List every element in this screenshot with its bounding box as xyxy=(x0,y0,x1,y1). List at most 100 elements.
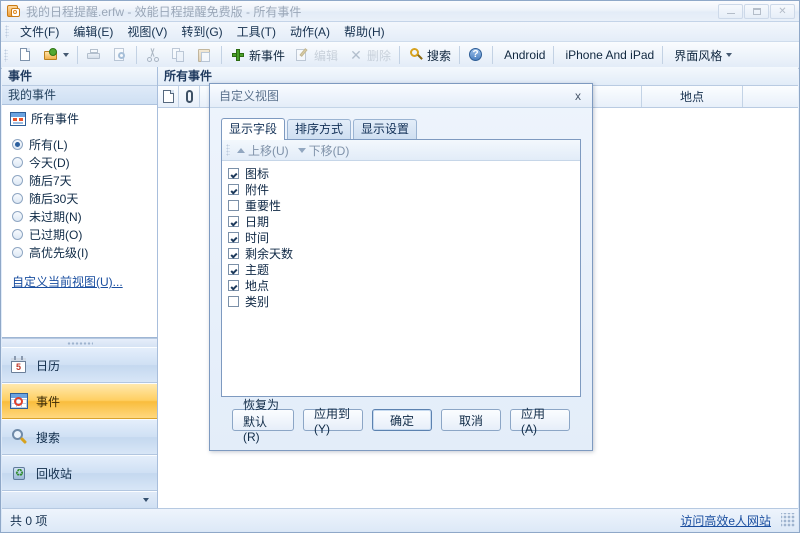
tab-display-fields[interactable]: 显示字段 xyxy=(221,118,286,140)
help-icon: ? xyxy=(468,47,484,63)
sidebar-all-events-item[interactable]: 所有事件 xyxy=(2,105,157,131)
field-item-importance[interactable]: 重要性 xyxy=(228,197,580,213)
column-header-trailing[interactable] xyxy=(743,86,798,107)
ok-button[interactable]: 确定 xyxy=(372,409,432,431)
minimize-button[interactable] xyxy=(718,3,743,19)
sidebar-filter-not-expired[interactable]: 未过期(N) xyxy=(12,207,157,225)
sidebar-panel: 所有事件 所有(L) 今天(D) 随后7天 随后30天 未过期(N) 已过期(O… xyxy=(2,105,157,338)
window-controls: ✕ xyxy=(718,3,797,19)
radio-icon[interactable] xyxy=(12,246,23,258)
radio-icon[interactable] xyxy=(12,210,23,222)
field-item-icon[interactable]: 图标 xyxy=(228,165,580,181)
menu-edit[interactable]: 编辑(E) xyxy=(66,21,120,42)
radio-icon[interactable] xyxy=(12,138,23,150)
field-label: 剩余天数 xyxy=(245,246,294,261)
sidebar-item-search[interactable]: 搜索 xyxy=(2,419,157,455)
column-header-document[interactable] xyxy=(158,86,179,107)
sidebar-filter-label: 随后30天 xyxy=(29,191,79,206)
radio-icon[interactable] xyxy=(12,174,23,186)
menu-tools[interactable]: 工具(T) xyxy=(230,21,283,42)
sidebar-filter-high-priority[interactable]: 高优先级(I) xyxy=(12,243,157,261)
checkbox-icon[interactable] xyxy=(228,279,239,291)
column-header-location[interactable]: 地点 xyxy=(642,86,743,107)
printer-icon xyxy=(86,47,102,63)
checkbox-icon[interactable] xyxy=(228,199,239,211)
field-item-date[interactable]: 日期 xyxy=(228,213,580,229)
copy-button[interactable] xyxy=(166,43,192,67)
checkbox-icon[interactable] xyxy=(228,215,239,227)
edit-event-button[interactable]: 编辑 xyxy=(290,43,343,67)
customize-view-link[interactable]: 自定义当前视图(U)... xyxy=(12,273,157,290)
checkbox-icon[interactable] xyxy=(228,231,239,243)
paste-button[interactable] xyxy=(192,43,218,67)
menu-view[interactable]: 视图(V) xyxy=(120,21,174,42)
open-file-button[interactable] xyxy=(38,43,74,67)
maximize-button[interactable] xyxy=(744,3,769,19)
move-up-button[interactable]: 上移(U) xyxy=(234,141,295,160)
apply-to-button[interactable]: 应用到(Y) xyxy=(303,407,363,436)
sidebar-item-recycle-bin[interactable]: ♻ 回收站 xyxy=(2,455,157,491)
field-item-attachment[interactable]: 附件 xyxy=(228,181,580,197)
tab-display-settings[interactable]: 显示设置 xyxy=(353,119,418,139)
android-button[interactable]: Android xyxy=(496,43,550,67)
menu-grip[interactable] xyxy=(5,25,9,38)
field-item-subject[interactable]: 主题 xyxy=(228,261,580,277)
delete-event-button[interactable]: ✕ 删除 xyxy=(343,43,396,67)
resize-grip[interactable] xyxy=(781,513,795,527)
menu-file[interactable]: 文件(F) xyxy=(13,21,66,42)
cut-button[interactable] xyxy=(140,43,166,67)
menu-help[interactable]: 帮助(H) xyxy=(337,21,392,42)
iphone-ipad-button[interactable]: iPhone And iPad xyxy=(557,43,659,67)
help-button[interactable]: ? xyxy=(463,43,489,67)
field-item-days-left[interactable]: 剩余天数 xyxy=(228,245,580,261)
delete-event-label: 删除 xyxy=(367,48,392,63)
website-link[interactable]: 访问高效e人网站 xyxy=(680,512,781,529)
sidebar-filter-expired[interactable]: 已过期(O) xyxy=(12,225,157,243)
print-button[interactable] xyxy=(81,43,107,67)
apply-button[interactable]: 应用(A) xyxy=(510,407,570,436)
checkbox-icon[interactable] xyxy=(228,183,239,195)
checkbox-icon[interactable] xyxy=(228,167,239,179)
sidebar-nav-overflow-button[interactable] xyxy=(2,491,157,508)
toolbar-separator xyxy=(459,46,461,64)
checkbox-icon[interactable] xyxy=(228,247,239,259)
sidebar-item-events[interactable]: 事件 xyxy=(2,383,157,419)
column-header-attachment[interactable] xyxy=(179,86,200,107)
sidebar-splitter[interactable] xyxy=(2,338,157,347)
dialog-close-icon[interactable]: x xyxy=(564,86,592,106)
restore-defaults-button[interactable]: 恢复为默认(R) xyxy=(232,398,294,444)
tab-sort-order[interactable]: 排序方式 xyxy=(287,119,352,139)
field-label: 重要性 xyxy=(245,198,282,213)
menu-actions[interactable]: 动作(A) xyxy=(283,21,337,42)
field-label: 日期 xyxy=(245,214,270,229)
field-item-time[interactable]: 时间 xyxy=(228,229,580,245)
field-item-category[interactable]: 类别 xyxy=(228,293,580,309)
new-file-button[interactable] xyxy=(12,43,38,67)
print-preview-icon xyxy=(112,47,128,63)
move-down-button[interactable]: 下移(D) xyxy=(295,141,356,160)
checkbox-icon[interactable] xyxy=(228,295,239,307)
sidebar-item-calendar[interactable]: 5 日历 xyxy=(2,347,157,383)
cancel-button[interactable]: 取消 xyxy=(441,409,501,431)
sidebar-filter-label: 随后7天 xyxy=(29,173,72,188)
radio-icon[interactable] xyxy=(12,156,23,168)
sidebar-filter-next7days[interactable]: 随后7天 xyxy=(12,171,157,189)
sidebar-filter-next30days[interactable]: 随后30天 xyxy=(12,189,157,207)
menu-goto[interactable]: 转到(G) xyxy=(174,21,229,42)
toolbar-separator xyxy=(136,46,137,64)
checkbox-icon[interactable] xyxy=(228,263,239,275)
search-button[interactable]: 搜索 xyxy=(403,43,456,67)
sidebar-filter-all[interactable]: 所有(L) xyxy=(12,135,157,153)
edit-event-label: 编辑 xyxy=(314,48,339,63)
print-preview-button[interactable] xyxy=(107,43,133,67)
radio-icon[interactable] xyxy=(12,228,23,240)
arrow-up-icon xyxy=(237,147,245,153)
new-event-button[interactable]: 新事件 xyxy=(225,43,290,67)
sidebar-filter-today[interactable]: 今天(D) xyxy=(12,153,157,171)
toolbar-grip[interactable] xyxy=(4,48,8,62)
list-toolbar-grip[interactable] xyxy=(226,144,230,156)
field-item-location[interactable]: 地点 xyxy=(228,277,580,293)
close-button[interactable]: ✕ xyxy=(770,3,795,19)
skin-button[interactable]: 界面风格 xyxy=(666,43,737,67)
radio-icon[interactable] xyxy=(12,192,23,204)
